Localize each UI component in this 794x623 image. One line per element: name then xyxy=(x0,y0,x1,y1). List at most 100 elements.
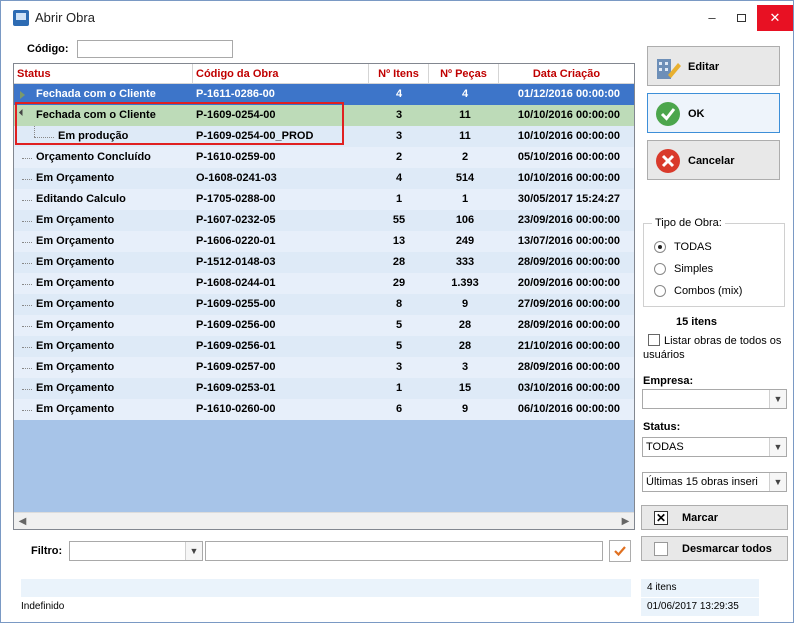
empresa-select[interactable]: ▼ xyxy=(642,389,787,409)
table-row[interactable]: Em Orçamento O-1608-0241-03 4 514 10/10/… xyxy=(14,168,634,189)
editar-label: Editar xyxy=(688,61,720,73)
cell-codigo: P-1512-0148-03 xyxy=(196,256,276,268)
tree-line xyxy=(22,242,32,243)
scroll-right-icon[interactable]: ▶ xyxy=(617,513,634,529)
table-row[interactable]: Em Orçamento P-1609-0255-00 8 9 27/09/20… xyxy=(14,294,634,315)
cell-itens: 1 xyxy=(395,382,403,394)
check-icon xyxy=(614,546,626,557)
table-row[interactable]: Em Orçamento P-1609-0257-00 3 3 28/09/20… xyxy=(14,357,634,378)
cell-pecas: 106 xyxy=(455,214,475,226)
radio-label: Simples xyxy=(674,263,714,275)
minimize-button[interactable]: – xyxy=(698,5,726,31)
cell-pecas: 28 xyxy=(458,319,472,331)
radio-circle[interactable] xyxy=(654,285,666,297)
cell-data: 30/05/2017 15:24:27 xyxy=(517,193,620,205)
table-row[interactable]: Em Orçamento P-1609-0256-01 5 28 21/10/2… xyxy=(14,336,634,357)
cell-codigo: P-1609-0255-00 xyxy=(196,298,276,310)
apply-filter-button[interactable] xyxy=(609,540,631,562)
editar-button[interactable]: Editar xyxy=(647,46,780,86)
cancelar-button[interactable]: Cancelar xyxy=(647,140,780,180)
close-button[interactable]: ✕ xyxy=(757,5,793,31)
table-row[interactable]: Editando Calculo P-1705-0288-00 1 1 30/0… xyxy=(14,189,634,210)
chevron-down-icon[interactable]: ▼ xyxy=(769,438,786,456)
cell-codigo: P-1610-0260-00 xyxy=(196,403,276,415)
table-row[interactable]: Em Orçamento P-1608-0244-01 29 1.393 20/… xyxy=(14,273,634,294)
cell-itens: 55 xyxy=(392,214,406,226)
cell-status: Em Orçamento xyxy=(36,361,115,373)
cancelar-label: Cancelar xyxy=(688,155,735,167)
table-row[interactable]: Em Orçamento P-1609-0253-01 1 15 03/10/2… xyxy=(14,378,634,399)
col-status[interactable]: Status xyxy=(14,64,193,84)
col-itens[interactable]: Nº Itens xyxy=(369,64,429,84)
cell-data: 23/09/2016 00:00:00 xyxy=(517,214,620,226)
ultimas-select[interactable]: Últimas 15 obras inseri ▼ xyxy=(642,472,787,492)
cell-data: 28/09/2016 00:00:00 xyxy=(517,361,620,373)
codigo-input[interactable] xyxy=(77,40,233,58)
cell-status: Em Orçamento xyxy=(36,214,115,226)
highlight-box xyxy=(15,102,344,145)
maximize-button[interactable] xyxy=(727,5,755,31)
col-pecas[interactable]: Nº Peças xyxy=(429,64,499,84)
cell-data: 20/09/2016 00:00:00 xyxy=(517,277,620,289)
table-row[interactable]: Em Orçamento P-1609-0256-00 5 28 28/09/2… xyxy=(14,315,634,336)
cell-status: Em Orçamento xyxy=(36,277,115,289)
marcar-button[interactable]: ✕ Marcar xyxy=(641,505,788,530)
status-select[interactable]: TODAS ▼ xyxy=(642,437,787,457)
cell-status: Em Orçamento xyxy=(36,403,115,415)
table-row[interactable]: Em Orçamento P-1606-0220-01 13 249 13/07… xyxy=(14,231,634,252)
radio-combos[interactable]: Combos (mix) xyxy=(654,284,782,300)
desmarcar-button[interactable]: Desmarcar todos xyxy=(641,536,788,561)
cell-pecas: 2 xyxy=(461,151,469,163)
cell-pecas: 9 xyxy=(461,298,469,310)
cell-status: Em Orçamento xyxy=(36,340,115,352)
table-row[interactable]: Em Orçamento P-1512-0148-03 28 333 28/09… xyxy=(14,252,634,273)
table-row[interactable]: Em Orçamento P-1607-0232-05 55 106 23/09… xyxy=(14,210,634,231)
cell-itens: 3 xyxy=(395,361,403,373)
cell-itens: 1 xyxy=(395,193,403,205)
tree-line xyxy=(22,326,32,327)
ok-button[interactable]: OK xyxy=(647,93,780,133)
cell-codigo: P-1610-0259-00 xyxy=(196,151,276,163)
cell-pecas: 1 xyxy=(461,193,469,205)
count-label: 15 itens xyxy=(676,316,717,328)
cell-status: Em Orçamento xyxy=(36,382,115,394)
col-data[interactable]: Data Criação xyxy=(499,64,634,84)
cell-data: 10/10/2016 00:00:00 xyxy=(517,172,620,184)
tree-line xyxy=(22,368,32,369)
cell-data: 03/10/2016 00:00:00 xyxy=(517,382,620,394)
radio-circle[interactable] xyxy=(654,241,666,253)
chevron-down-icon[interactable]: ▼ xyxy=(769,390,786,408)
status-datetime: 01/06/2017 13:29:35 xyxy=(641,598,759,616)
cell-codigo: P-1608-0244-01 xyxy=(196,277,276,289)
table-row[interactable]: Orçamento Concluído P-1610-0259-00 2 2 0… xyxy=(14,147,634,168)
listar-todos-label: Listar obras de todos os usuários xyxy=(643,335,782,361)
cell-codigo: P-1609-0253-01 xyxy=(196,382,276,394)
tree-line xyxy=(22,347,32,348)
radio-circle[interactable] xyxy=(654,263,666,275)
cell-itens: 6 xyxy=(395,403,403,415)
filtro-column-select[interactable]: ▼ xyxy=(69,541,203,561)
expand-icon[interactable] xyxy=(20,91,25,99)
table-row[interactable]: Em Orçamento P-1610-0260-00 6 9 06/10/20… xyxy=(14,399,634,420)
radio-todas[interactable]: TODAS xyxy=(654,240,782,256)
radio-label: Combos (mix) xyxy=(674,285,743,297)
status-label: Status: xyxy=(643,421,681,433)
cell-data: 27/09/2016 00:00:00 xyxy=(517,298,620,310)
cell-codigo: P-1609-0256-01 xyxy=(196,340,276,352)
cell-pecas: 3 xyxy=(461,361,469,373)
col-codigo[interactable]: Código da Obra xyxy=(193,64,369,84)
filtro-text-input[interactable] xyxy=(205,541,603,561)
radio-simples[interactable]: Simples xyxy=(654,262,782,278)
chevron-down-icon[interactable]: ▼ xyxy=(185,542,202,560)
tipo-obra-group: Tipo de Obra: TODAS Simples Combos (mix) xyxy=(643,217,785,307)
ultimas-value: Últimas 15 obras inseri xyxy=(646,476,758,488)
cell-pecas: 28 xyxy=(458,340,472,352)
ok-check-icon xyxy=(656,102,680,126)
chevron-down-icon[interactable]: ▼ xyxy=(769,473,786,491)
status-value: TODAS xyxy=(646,441,684,453)
scroll-left-icon[interactable]: ◀ xyxy=(14,513,31,529)
abrir-obra-window: Abrir Obra – ✕ Código: Status Código da … xyxy=(0,0,794,623)
cancel-icon xyxy=(656,149,680,173)
horizontal-scrollbar[interactable]: ◀ ▶ xyxy=(14,512,634,529)
codigo-label: Código: xyxy=(27,43,69,55)
